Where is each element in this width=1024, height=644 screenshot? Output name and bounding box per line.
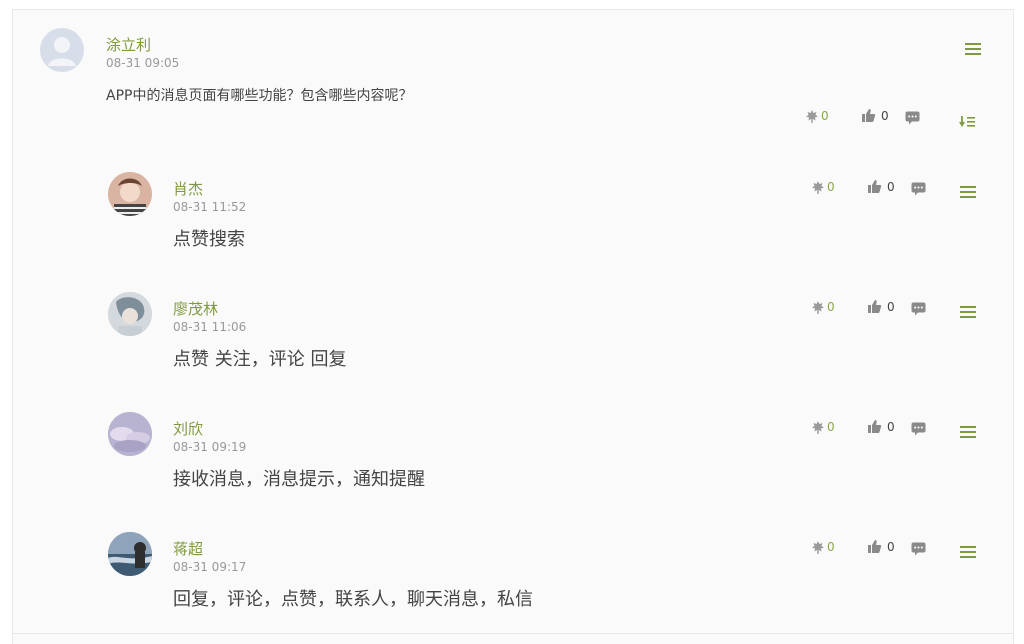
post-time: 08-31 09:05 [106, 56, 180, 70]
flower-icon [812, 301, 824, 314]
reply-author[interactable]: 蒋超 [173, 538, 203, 559]
reply-content: 回复，评论，点赞，联系人，聊天消息，私信 [173, 589, 533, 610]
comment-button[interactable] [911, 182, 926, 196]
avatar[interactable] [108, 172, 152, 216]
reply-item: 肖杰 08-31 11:52 点赞搜索 0 0 [13, 153, 1013, 274]
like-count: 0 [887, 419, 895, 434]
thumbs-up-icon [868, 540, 882, 553]
flower-count: 0 [827, 180, 835, 194]
sort-icon[interactable] [959, 113, 975, 132]
reply-content: 点赞 关注，评论 回复 [173, 349, 347, 370]
post-flower-count: 0 [821, 109, 829, 123]
flower-button[interactable]: 0 [805, 109, 829, 123]
menu-icon[interactable] [960, 426, 976, 438]
flower-button[interactable]: 0 [811, 540, 835, 554]
flower-count: 0 [827, 540, 835, 554]
comment-icon [911, 182, 926, 196]
like-button[interactable]: 0 [867, 419, 895, 434]
reply-time: 08-31 11:06 [173, 320, 247, 334]
menu-icon[interactable] [960, 186, 976, 198]
flower-icon [812, 421, 824, 434]
thumbs-up-icon [868, 180, 882, 193]
reply-time: 08-31 09:17 [173, 560, 247, 574]
menu-icon[interactable] [960, 546, 976, 558]
thumbs-up-icon [868, 420, 882, 433]
comment-button[interactable] [905, 111, 920, 125]
avatar[interactable] [108, 412, 152, 456]
menu-icon[interactable] [960, 306, 976, 318]
like-count: 0 [887, 299, 895, 314]
flower-button[interactable]: 0 [811, 180, 835, 194]
comment-button[interactable] [911, 302, 926, 316]
comment-thread: 涂立利 08-31 09:05 APP中的消息页面有哪些功能？包含哪些内容呢？ … [12, 9, 1014, 644]
comment-icon [911, 302, 926, 316]
post-question: APP中的消息页面有哪些功能？包含哪些内容呢？ [106, 88, 413, 104]
reply-author[interactable]: 刘欣 [173, 418, 203, 439]
original-post: 涂立利 08-31 09:05 APP中的消息页面有哪些功能？包含哪些内容呢？ … [13, 10, 1013, 154]
flower-icon [806, 110, 818, 123]
like-button[interactable]: 0 [861, 108, 889, 123]
reply-author[interactable]: 肖杰 [173, 178, 203, 199]
like-count: 0 [887, 539, 895, 554]
flower-icon [812, 541, 824, 554]
flower-count: 0 [827, 420, 835, 434]
like-button[interactable]: 0 [867, 299, 895, 314]
comment-icon [905, 111, 920, 125]
reply-content: 点赞搜索 [173, 229, 245, 250]
thumbs-up-icon [868, 300, 882, 313]
reply-item: 蒋超 08-31 09:17 回复，评论，点赞，联系人，聊天消息，私信 0 0 [13, 513, 1013, 634]
like-button[interactable]: 0 [867, 539, 895, 554]
reply-item: 廖茂林 08-31 11:06 点赞 关注，评论 回复 0 0 [13, 273, 1013, 394]
flower-button[interactable]: 0 [811, 300, 835, 314]
reply-author[interactable]: 廖茂林 [173, 298, 218, 319]
reply-content: 接收消息，消息提示，通知提醒 [173, 469, 425, 490]
avatar[interactable] [108, 292, 152, 336]
comment-icon [911, 542, 926, 556]
flower-button[interactable]: 0 [811, 420, 835, 434]
comment-button[interactable] [911, 542, 926, 556]
like-count: 0 [887, 179, 895, 194]
reply-item: 刘欣 08-31 09:19 接收消息，消息提示，通知提醒 0 0 [13, 393, 1013, 514]
post-author[interactable]: 涂立利 [106, 34, 151, 55]
reply-time: 08-31 11:52 [173, 200, 247, 214]
comment-button[interactable] [911, 422, 926, 436]
post-like-count: 0 [881, 108, 889, 123]
thumbs-up-icon [862, 109, 876, 122]
reply-time: 08-31 09:19 [173, 440, 247, 454]
avatar[interactable] [108, 532, 152, 576]
flower-count: 0 [827, 300, 835, 314]
like-button[interactable]: 0 [867, 179, 895, 194]
flower-icon [812, 181, 824, 194]
menu-icon[interactable] [965, 43, 981, 55]
avatar[interactable] [40, 28, 84, 72]
comment-icon [911, 422, 926, 436]
